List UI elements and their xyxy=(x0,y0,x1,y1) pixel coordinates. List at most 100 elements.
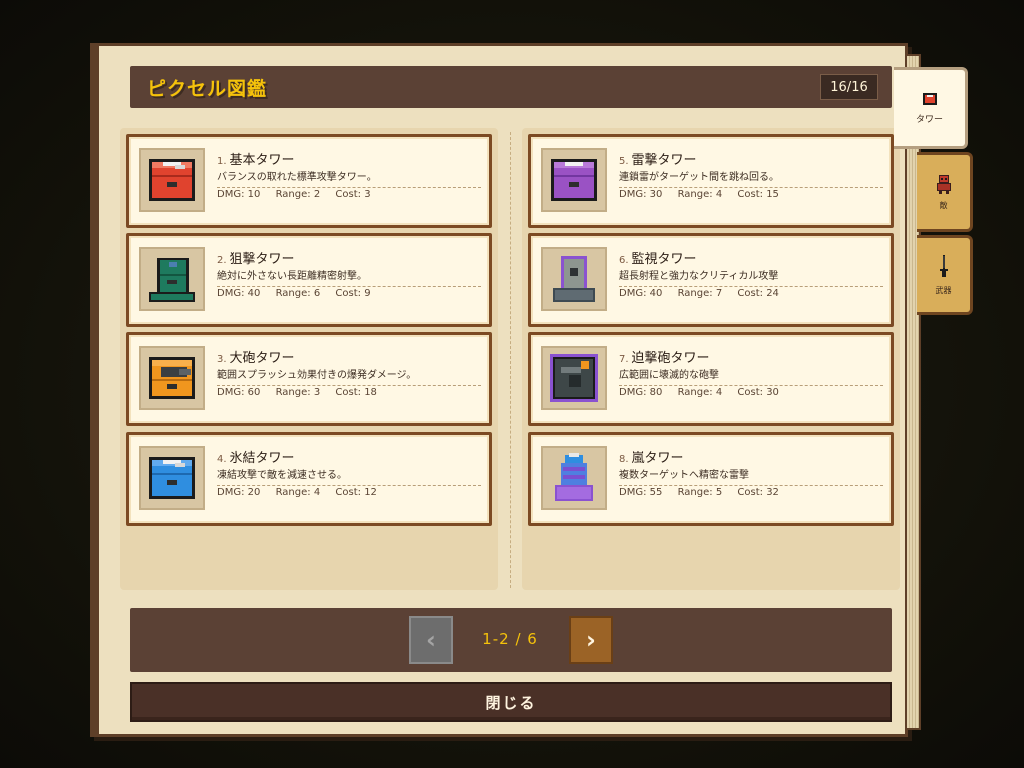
stat-cost-value: 9 xyxy=(364,288,371,299)
tower-name-text: 基本タワー xyxy=(229,153,295,168)
stat-cost-label: Cost: xyxy=(737,387,763,398)
stat-cost: Cost: 24 xyxy=(737,288,779,299)
stat-cost-label: Cost: xyxy=(335,189,361,200)
tower-name-text: 狙撃タワー xyxy=(229,252,295,267)
tower-description: 超長射程と強力なクリティカル攻撃 xyxy=(619,267,883,287)
stat-cost-value: 32 xyxy=(766,487,779,498)
tower-card-5[interactable]: 5. 雷撃タワー 連鎖雷がターゲット間を跳ね回る。 DMG: 30 Range: … xyxy=(528,134,894,228)
stat-cost: Cost: 9 xyxy=(335,288,370,299)
tower-number: 8. xyxy=(619,454,629,465)
stat-dmg: DMG: 10 xyxy=(217,189,260,200)
stat-cost: Cost: 18 xyxy=(335,387,377,398)
tower-number: 6. xyxy=(619,255,629,266)
stat-cost: Cost: 3 xyxy=(335,189,370,200)
stat-dmg-label: DMG: xyxy=(217,487,245,498)
stat-cost-label: Cost: xyxy=(335,288,361,299)
stat-cost-label: Cost: xyxy=(737,288,763,299)
stat-dmg: DMG: 60 xyxy=(217,387,260,398)
stat-range: Range: 4 xyxy=(678,387,723,398)
tower-name-text: 嵐タワー xyxy=(631,451,684,466)
mortar-tower-icon xyxy=(550,354,598,402)
tower-number: 3. xyxy=(217,354,227,365)
tower-card-8[interactable]: 8. 嵐タワー 複数ターゲットへ精密な雷撃 DMG: 55 Range: 5 Co… xyxy=(528,432,894,526)
stat-dmg-label: DMG: xyxy=(217,387,245,398)
stat-dmg-value: 40 xyxy=(247,288,261,299)
stat-dmg-label: DMG: xyxy=(619,189,647,200)
stat-cost-value: 18 xyxy=(364,387,377,398)
tower-card-2[interactable]: 2. 狙撃タワー 絶対に外さない長距離精密射撃。 DMG: 40 Range: 6… xyxy=(126,233,492,327)
stat-range-value: 4 xyxy=(715,387,723,398)
tower-name: 3. 大砲タワー xyxy=(217,347,295,366)
tower-thumbnail xyxy=(139,346,205,410)
tab-label: 敵 xyxy=(939,200,948,210)
stat-range-value: 6 xyxy=(313,288,321,299)
tower-stats: DMG: 60 Range: 3 Cost: 18 xyxy=(217,387,389,398)
page-indicator: 1-2 / 6 xyxy=(482,630,538,648)
stat-dmg-label: DMG: xyxy=(217,189,245,200)
tower-number: 1. xyxy=(217,156,227,167)
stat-dmg-label: DMG: xyxy=(619,487,647,498)
stat-dmg-value: 60 xyxy=(247,387,261,398)
tower-description: 凍結攻撃で敵を減速させる。 xyxy=(217,466,481,486)
tower-thumbnail xyxy=(139,446,205,510)
stat-range-value: 4 xyxy=(313,487,321,498)
tower-card-3[interactable]: 3. 大砲タワー 範囲スプラッシュ効果付きの爆発ダメージ。 DMG: 60 Ran… xyxy=(126,332,492,426)
stat-cost: Cost: 30 xyxy=(737,387,779,398)
basic-tower-icon xyxy=(149,159,195,201)
prev-page-button[interactable]: ‹ xyxy=(409,616,453,664)
tower-card-4[interactable]: 4. 氷結タワー 凍結攻撃で敵を減速させる。 DMG: 20 Range: 4 C… xyxy=(126,432,492,526)
stat-range-label: Range: xyxy=(275,288,311,299)
tower-card-6[interactable]: 6. 監視タワー 超長射程と強力なクリティカル攻撃 DMG: 40 Range: … xyxy=(528,233,894,327)
watch-tower-icon xyxy=(553,256,595,302)
tower-icon xyxy=(922,92,937,105)
tower-stats: DMG: 20 Range: 4 Cost: 12 xyxy=(217,487,389,498)
tab-enemies[interactable]: 敵 xyxy=(917,152,973,232)
tower-stats: DMG: 10 Range: 2 Cost: 3 xyxy=(217,189,383,200)
stat-range-label: Range: xyxy=(677,288,713,299)
tower-number: 2. xyxy=(217,255,227,266)
page-divider xyxy=(510,132,511,588)
stat-range-value: 5 xyxy=(715,487,723,498)
stat-cost: Cost: 15 xyxy=(737,189,779,200)
stat-cost-value: 15 xyxy=(766,189,779,200)
lightning-tower-icon xyxy=(551,159,597,201)
stat-cost-value: 30 xyxy=(766,387,779,398)
stat-cost-value: 12 xyxy=(364,487,377,498)
stat-cost: Cost: 12 xyxy=(335,487,377,498)
tower-card-1[interactable]: 1. 基本タワー バランスの取れた標準攻撃タワー。 DMG: 10 Range: … xyxy=(126,134,492,228)
tower-description: 複数ターゲットへ精密な雷撃 xyxy=(619,466,883,486)
tower-name: 6. 監視タワー xyxy=(619,248,697,267)
tower-name-text: 雷撃タワー xyxy=(631,153,697,168)
sniper-tower-icon xyxy=(149,258,195,302)
stat-dmg: DMG: 40 xyxy=(217,288,260,299)
tower-card-7[interactable]: 7. 迫撃砲タワー 広範囲に壊滅的な砲撃 DMG: 80 Range: 4 Cos… xyxy=(528,332,894,426)
tab-weapons[interactable]: 武器 xyxy=(917,235,973,315)
page-title: ピクセル図鑑 xyxy=(147,78,268,100)
tower-thumbnail xyxy=(139,148,205,212)
collection-counter: 16/16 xyxy=(820,74,878,100)
stat-cost-label: Cost: xyxy=(737,487,763,498)
tower-description: バランスの取れた標準攻撃タワー。 xyxy=(217,168,481,188)
tower-stats: DMG: 30 Range: 4 Cost: 15 xyxy=(619,189,791,200)
tower-description: 範囲スプラッシュ効果付きの爆発ダメージ。 xyxy=(217,366,481,386)
tower-thumbnail xyxy=(541,346,607,410)
stat-cost-label: Cost: xyxy=(335,487,361,498)
tab-towers[interactable]: タワー xyxy=(894,67,968,149)
stat-dmg: DMG: 80 xyxy=(619,387,662,398)
tower-description: 連鎖雷がターゲット間を跳ね回る。 xyxy=(619,168,883,188)
tower-name: 4. 氷結タワー xyxy=(217,447,295,466)
tower-thumbnail xyxy=(541,446,607,510)
tower-name-text: 大砲タワー xyxy=(229,351,295,366)
stat-dmg: DMG: 55 xyxy=(619,487,662,498)
next-page-button[interactable]: › xyxy=(569,616,613,664)
tower-name: 5. 雷撃タワー xyxy=(619,149,697,168)
tower-name-text: 迫撃砲タワー xyxy=(631,351,710,366)
stat-range-value: 4 xyxy=(715,189,723,200)
stat-range: Range: 7 xyxy=(678,288,723,299)
tower-name-text: 氷結タワー xyxy=(229,451,295,466)
stat-range: Range: 4 xyxy=(678,189,723,200)
stat-range-value: 2 xyxy=(313,189,321,200)
stat-dmg-value: 20 xyxy=(247,487,261,498)
stat-dmg-label: DMG: xyxy=(217,288,245,299)
close-button[interactable]: 閉じる xyxy=(130,682,892,722)
